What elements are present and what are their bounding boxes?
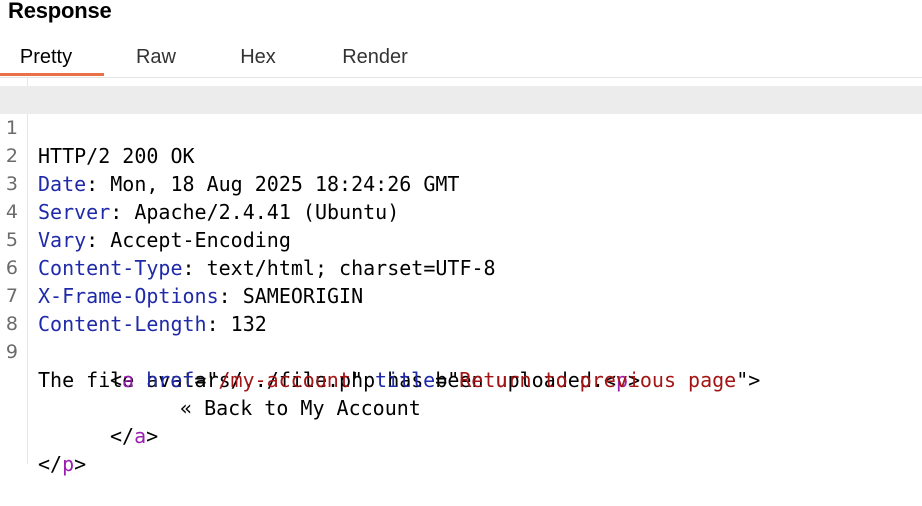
active-tab-indicator [0,73,104,76]
tab-raw[interactable]: Raw [120,38,192,76]
tab-hex[interactable]: Hex [224,38,292,76]
view-tabs: Pretty Raw Hex Render [0,38,922,78]
html-tag-p-close: p [62,452,75,476]
tab-pretty[interactable]: Pretty [0,38,92,76]
code-line-5: 5 Content-Type: text/html; charset=UTF-8 [0,198,922,280]
response-title: Response [8,0,112,23]
code-line-9-wrap-1: <a href="/my-account" title="Return to p… [110,368,761,392]
code-line-9-wrap-4: </p> [38,452,87,476]
code-line-2: 2 Date: Mon, 18 Aug 2025 18:24:26 GMT [0,114,922,196]
code-line-6: 6 X-Frame-Options: SAMEORIGIN [0,226,922,308]
code-line-3: 3 Server: Apache/2.4.41 (Ubuntu) [0,142,922,224]
code-line-1: 1 HTTP/2 200 OK [0,86,922,168]
code-line-9-wrap-3: </a> [110,424,159,448]
code-line-7: 7 Content-Length: 132 [0,254,922,336]
code-line-4: 4 Vary: Accept-Encoding [0,170,922,252]
code-line-8: 8 [0,282,922,335]
code-line-9-wrap-2: « Back to My Account [0,366,922,420]
tab-render[interactable]: Render [326,38,424,76]
response-editor[interactable]: 1 HTTP/2 200 OK 2 Date: Mon, 18 Aug 2025… [0,86,922,476]
tabs-divider [0,77,922,78]
code-line-9: 9 The file avatars/../file.php has been … [0,310,922,392]
